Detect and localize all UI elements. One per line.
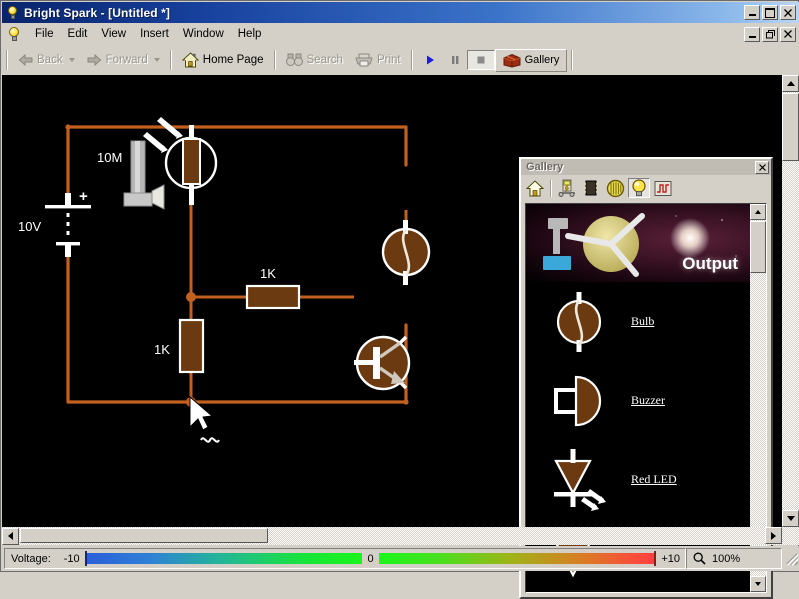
app-lightbulb-icon: [5, 5, 21, 21]
gallery-banner-title: Output: [682, 254, 738, 274]
home-page-button[interactable]: Home Page: [176, 49, 270, 71]
scroll-left-button[interactable]: [2, 528, 19, 545]
gallery-title-bar: Gallery: [521, 159, 771, 175]
search-button[interactable]: Search: [280, 50, 349, 70]
gallery-home-icon[interactable]: [524, 178, 546, 198]
minimize-button[interactable]: [744, 5, 760, 20]
mdi-lightbulb-icon: [6, 25, 24, 43]
voltage-gradient-positive: [379, 553, 655, 564]
stop-button[interactable]: [467, 50, 495, 70]
main-toolbar: Back Forward Home Page: [2, 45, 799, 76]
gallery-toolbar-button[interactable]: Gallery: [495, 49, 568, 72]
print-label: Print: [377, 54, 401, 66]
forward-button[interactable]: Forward: [81, 51, 166, 69]
voltage-scale-min: -10: [59, 553, 85, 565]
voltage-scale-panel: Voltage: -10 0 +10: [4, 548, 686, 569]
mouse-cursor: [190, 397, 219, 442]
gallery-item-label[interactable]: Red LED: [631, 472, 677, 487]
window-title: Bright Spark - [Untitled *]: [24, 6, 170, 20]
zoom-panel[interactable]: 100%: [686, 548, 782, 569]
mdi-child-controls: [744, 27, 799, 42]
led-symbol-icon: [526, 447, 631, 513]
mdi-restore-button[interactable]: [762, 27, 778, 42]
voltage-scale-mid: 0: [362, 553, 378, 565]
menu-item-file[interactable]: File: [28, 26, 61, 42]
svg-text:10M: 10M: [97, 150, 122, 165]
forward-label: Forward: [106, 54, 148, 66]
play-button[interactable]: [417, 50, 443, 70]
scroll-down-button[interactable]: [782, 510, 799, 527]
canvas-vertical-scrollbar[interactable]: [782, 75, 799, 527]
gallery-power-supply-icon[interactable]: [556, 178, 578, 198]
component-lamp-light-source: 10M: [97, 141, 164, 209]
scroll-up-button[interactable]: [782, 75, 799, 92]
application-window: Bright Spark - [Untitled *] File Edit Vi…: [0, 0, 799, 572]
mdi-close-button[interactable]: [780, 27, 796, 42]
menu-item-edit[interactable]: Edit: [61, 26, 95, 42]
horizontal-scroll-thumb[interactable]: [20, 528, 268, 543]
menu-item-insert[interactable]: Insert: [133, 26, 176, 42]
component-resistor-horizontal: 1K: [247, 266, 299, 308]
component-bulb: [383, 220, 429, 285]
maximize-button[interactable]: [762, 5, 778, 20]
voltage-scale-max: +10: [656, 553, 685, 565]
gallery-close-button[interactable]: [755, 161, 769, 174]
svg-text:+: +: [79, 188, 88, 205]
svg-text:1K: 1K: [154, 342, 170, 357]
svg-text:10V: 10V: [18, 219, 41, 234]
mdi-minimize-button[interactable]: [744, 27, 760, 42]
back-button[interactable]: Back: [12, 51, 81, 69]
gallery-scroll-down-button[interactable]: [750, 576, 766, 592]
menu-item-window[interactable]: Window: [176, 26, 231, 42]
title-bar: Bright Spark - [Untitled *]: [2, 2, 799, 23]
bulb-symbol-icon: [526, 289, 631, 355]
menu-bar: File Edit View Insert Window Help: [2, 23, 799, 45]
canvas-horizontal-scrollbar[interactable]: [2, 527, 799, 545]
gallery-item-buzzer[interactable]: Buzzer: [526, 361, 750, 440]
gallery-output-bulb-icon[interactable]: [628, 178, 650, 198]
gallery-scroll-up-button[interactable]: [750, 204, 766, 220]
gallery-label: Gallery: [525, 54, 560, 66]
component-battery: + 10V: [18, 188, 91, 257]
gallery-signal-logic-icon[interactable]: [652, 178, 674, 198]
window-controls: [744, 5, 799, 20]
component-resistor-vertical: 1K: [154, 320, 203, 372]
gallery-ic-chip-icon[interactable]: [580, 178, 602, 198]
resize-grip[interactable]: [785, 552, 799, 566]
svg-text:1K: 1K: [260, 266, 276, 281]
back-dropdown-icon[interactable]: [69, 58, 75, 62]
menu-item-view[interactable]: View: [94, 26, 133, 42]
buzzer-symbol-icon: [526, 371, 631, 431]
pause-button[interactable]: [443, 50, 467, 70]
junction-node: [186, 292, 196, 302]
voltage-label: Voltage:: [5, 553, 59, 565]
menu-item-help[interactable]: Help: [231, 26, 269, 42]
gallery-item-label[interactable]: Buzzer: [631, 393, 665, 408]
gallery-category-toolbar: [521, 175, 771, 201]
magnifier-icon: [693, 552, 706, 565]
status-bar: Voltage: -10 0 +10 100%: [2, 546, 799, 571]
document-area: + 10V 10M: [2, 75, 799, 527]
home-page-label: Home Page: [203, 54, 264, 66]
gallery-item-label[interactable]: Bulb: [631, 314, 654, 329]
print-button[interactable]: Print: [349, 50, 407, 70]
gallery-scroll-thumb[interactable]: [750, 221, 766, 273]
gallery-sensor-icon[interactable]: [604, 178, 626, 198]
vertical-scroll-thumb[interactable]: [782, 93, 799, 161]
component-npn-transistor: [354, 337, 409, 389]
gallery-item-bulb[interactable]: Bulb: [526, 282, 750, 361]
zoom-level: 100%: [712, 553, 740, 565]
gallery-title: Gallery: [526, 161, 563, 173]
search-label: Search: [307, 54, 343, 66]
back-label: Back: [37, 54, 63, 66]
gallery-item-red-led[interactable]: Red LED: [526, 440, 750, 519]
close-button[interactable]: [780, 5, 796, 20]
forward-dropdown-icon[interactable]: [154, 58, 160, 62]
voltage-gradient-negative: [87, 553, 363, 564]
gallery-banner: Output: [526, 204, 750, 282]
scroll-right-button[interactable]: [765, 527, 782, 544]
